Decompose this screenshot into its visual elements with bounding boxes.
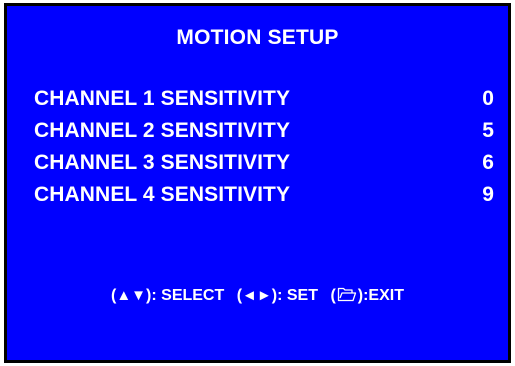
up-down-arrows-icon: ▲▼: [116, 287, 147, 304]
left-right-arrows-icon: ◄►: [242, 287, 272, 304]
setting-row-channel-1[interactable]: CHANNEL 1 SENSITIVITY 0: [34, 87, 494, 119]
set-hint: (◄►): SET: [236, 287, 318, 304]
exit-hint: ( ):EXIT: [330, 287, 404, 304]
key-help-bar: (▲▼): SELECT (◄►): SET ( ):EXIT: [7, 287, 508, 305]
setting-row-channel-3[interactable]: CHANNEL 3 SENSITIVITY 6: [34, 151, 494, 183]
setting-value: 5: [482, 119, 494, 142]
settings-list: CHANNEL 1 SENSITIVITY 0 CHANNEL 2 SENSIT…: [34, 87, 494, 215]
setting-value: 0: [482, 87, 494, 110]
exit-hint-label: EXIT: [368, 287, 404, 304]
setting-row-channel-4[interactable]: CHANNEL 4 SENSITIVITY 9: [34, 183, 494, 215]
osd-menu-screen: MOTION SETUP CHANNEL 1 SENSITIVITY 0 CHA…: [4, 3, 511, 363]
folder-icon: [337, 287, 356, 302]
setting-label: CHANNEL 3 SENSITIVITY: [34, 151, 291, 174]
setting-value: 6: [482, 151, 494, 174]
setting-label: CHANNEL 2 SENSITIVITY: [34, 119, 291, 142]
menu-title: MOTION SETUP: [176, 26, 339, 49]
set-hint-label: SET: [286, 287, 318, 304]
setting-row-channel-2[interactable]: CHANNEL 2 SENSITIVITY 5: [34, 119, 494, 151]
setting-label: CHANNEL 4 SENSITIVITY: [34, 183, 291, 206]
select-hint: (▲▼): SELECT: [111, 287, 225, 304]
setting-label: CHANNEL 1 SENSITIVITY: [34, 87, 291, 110]
setting-value: 9: [482, 183, 494, 206]
select-hint-label: SELECT: [161, 287, 225, 304]
